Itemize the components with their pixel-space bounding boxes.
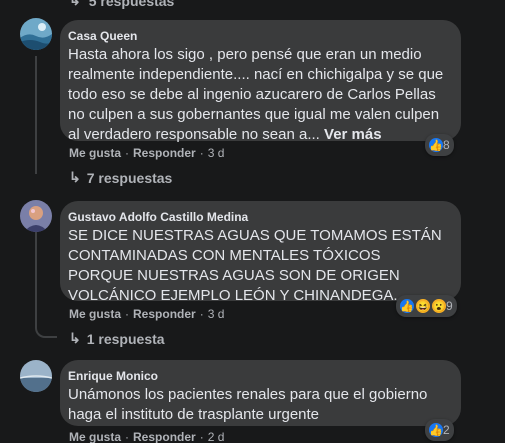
- thread-line: [35, 56, 37, 174]
- view-replies-link-top[interactable]: ↳ 5 respuestas: [69, 0, 174, 9]
- comment-author[interactable]: Gustavo Adolfo Castillo Medina: [68, 209, 449, 225]
- reaction-summary[interactable]: 👍 8: [425, 134, 454, 156]
- thread-line: [35, 232, 57, 338]
- comment-text: Unámonos los pacientes renales para que …: [68, 386, 428, 423]
- timestamp[interactable]: 2 d: [208, 430, 225, 443]
- avatar[interactable]: [20, 18, 52, 50]
- reaction-count: 8: [443, 138, 450, 152]
- comment-author[interactable]: Enrique Monico: [68, 368, 449, 384]
- view-replies-link[interactable]: ↳ 7 respuestas: [69, 169, 172, 186]
- reply-arrow-icon: ↳: [69, 330, 81, 346]
- like-button[interactable]: Me gusta: [69, 307, 121, 321]
- comment-text: Hasta ahora los sigo , pero pensé que er…: [68, 46, 444, 143]
- comment-author[interactable]: Casa Queen: [68, 28, 449, 44]
- avatar[interactable]: [20, 360, 52, 392]
- reaction-summary[interactable]: 👍 2: [425, 419, 454, 441]
- comment-actions: Me gusta · Responder · 3 d: [69, 146, 225, 160]
- timestamp[interactable]: 3 d: [208, 307, 225, 321]
- reaction-count: 2: [443, 423, 450, 437]
- reply-button[interactable]: Responder: [133, 430, 196, 443]
- view-replies-link[interactable]: ↳ 1 respuesta: [69, 330, 165, 347]
- timestamp[interactable]: 3 d: [208, 146, 225, 160]
- avatar[interactable]: [20, 200, 52, 232]
- like-button[interactable]: Me gusta: [69, 146, 121, 160]
- reaction-count: 9: [446, 299, 453, 313]
- reply-arrow-icon: ↳: [69, 169, 81, 185]
- reply-arrow-icon: ↳: [69, 0, 81, 8]
- comment-bubble: Gustavo Adolfo Castillo Medina SE DICE N…: [60, 201, 461, 304]
- reaction-summary[interactable]: 👍 😆 😮 9: [396, 295, 457, 317]
- reply-button[interactable]: Responder: [133, 307, 196, 321]
- comment-actions: Me gusta · Responder · 2 d: [69, 430, 225, 443]
- comment-actions: Me gusta · Responder · 3 d: [69, 307, 225, 321]
- comment-text: SE DICE NUESTRAS AGUAS QUE TOMAMOS ESTÁN…: [68, 227, 442, 304]
- see-more-link[interactable]: Ver más: [324, 126, 382, 143]
- comment-bubble: Casa Queen Hasta ahora los sigo , pero p…: [60, 20, 461, 143]
- like-button[interactable]: Me gusta: [69, 430, 121, 443]
- reply-button[interactable]: Responder: [133, 146, 196, 160]
- comment-bubble: Enrique Monico Unámonos los pacientes re…: [60, 360, 461, 426]
